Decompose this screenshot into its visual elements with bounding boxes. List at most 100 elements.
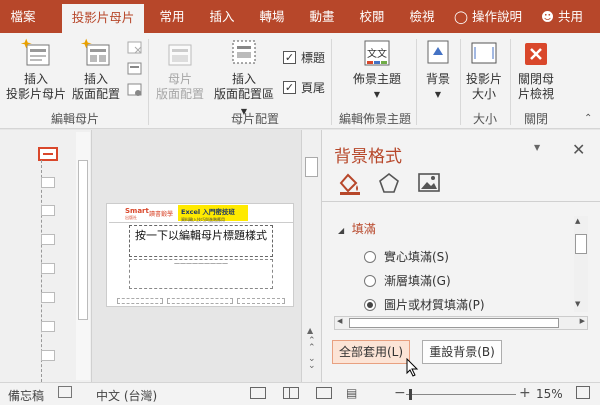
ribbon-panel: 插入 投影片母片 插入 版面配置 編輯母片 母片 版面配置 插入 版面配置區 ▼… xyxy=(0,33,600,129)
effects-pentagon-icon[interactable] xyxy=(378,172,400,194)
slide-editor: Smart 出版社 讀書鍛學 Excel 入門密技班 資料輸入技巧與進階應用 按… xyxy=(93,130,321,382)
slide-master-sparkle-icon xyxy=(21,38,50,66)
slide-sorter-icon[interactable] xyxy=(283,387,299,399)
placeholder-icon xyxy=(232,40,256,64)
zoom-slider-thumb[interactable] xyxy=(409,389,412,400)
body-placeholder[interactable]: ————————— xyxy=(129,259,273,289)
master-layout-button[interactable]: 母片 版面配置 xyxy=(152,37,208,102)
master-thumbnail-selected[interactable] xyxy=(38,147,58,161)
fill-section: ◢ 填滿 實心填滿(S) 漸層填滿(G) 圖片或材質填滿(P) xyxy=(330,206,590,316)
zoom-level[interactable]: 15% xyxy=(536,387,563,401)
reading-view-icon[interactable] xyxy=(316,387,332,399)
tab-view[interactable]: 檢視 xyxy=(400,0,444,33)
scroll-up-icon[interactable]: ▲ xyxy=(307,326,313,335)
tab-review[interactable]: 校閱 xyxy=(350,0,394,33)
format-background-pane: 背景格式 ▼ ✕ ◢ 填滿 實心填滿(S) 漸層填滿(G) 圖片或材質填滿(P)… xyxy=(321,130,600,382)
tab-home[interactable]: 常用 xyxy=(150,0,194,33)
close-master-view-button[interactable]: 關閉母 片檢視 xyxy=(514,37,558,102)
group-divider xyxy=(460,39,461,125)
tab-insert[interactable]: 插入 xyxy=(200,0,244,33)
title-banner: Excel 入門密技班 資料輸入技巧與進階應用 xyxy=(178,205,248,222)
radio-icon xyxy=(364,275,376,287)
gradient-fill-option[interactable]: 漸層填滿(G) xyxy=(364,272,451,289)
layout-thumbnail[interactable] xyxy=(41,234,55,245)
fit-to-window-icon[interactable] xyxy=(576,386,590,399)
tab-slide-master[interactable]: 投影片母片 xyxy=(62,4,144,33)
scrollbar-thumb[interactable] xyxy=(78,160,88,320)
footer-placeholder[interactable] xyxy=(167,298,233,304)
insert-slide-master-button[interactable]: 插入 投影片母片 xyxy=(4,37,68,102)
radio-icon xyxy=(364,251,376,263)
scroll-up-icon[interactable]: ▲ xyxy=(575,217,580,225)
collapse-ribbon-icon[interactable]: ⌃ xyxy=(584,113,592,124)
layout-thumbnail[interactable] xyxy=(41,321,55,332)
next-slide-icon[interactable]: ⌄ ⌄ xyxy=(308,355,316,371)
status-bar: 備忘稿 中文 (台灣) ▤ − + 15% xyxy=(0,382,600,405)
zoom-slider[interactable] xyxy=(406,389,516,400)
tab-animations[interactable]: 動畫 xyxy=(300,0,344,33)
scroll-down-icon[interactable]: ▼ xyxy=(575,300,580,308)
pane-horizontal-scrollbar[interactable]: ◀ ▶ xyxy=(334,316,588,330)
zoom-in-icon[interactable]: + xyxy=(519,385,531,401)
title-placeholder[interactable]: 按一下以編輯母片標題樣式 xyxy=(129,225,273,257)
tell-me-box[interactable]: ◯ 操作說明 xyxy=(452,0,524,33)
pane-vertical-scrollbar[interactable]: ▲ ▼ xyxy=(574,216,588,312)
notes-toggle[interactable]: 備忘稿 xyxy=(8,387,44,404)
slideshow-icon[interactable]: ▤ xyxy=(346,386,357,400)
footer-checkbox[interactable]: ✓ 頁尾 xyxy=(283,79,325,96)
scrollbar-thumb[interactable] xyxy=(575,234,587,254)
thumbnail-scrollbar[interactable] xyxy=(76,132,90,380)
layout-thumbnail[interactable] xyxy=(41,177,55,188)
slide-size-button[interactable]: 投影片 大小 xyxy=(463,37,505,102)
group-divider xyxy=(331,39,332,125)
delete-slide-icon[interactable] xyxy=(127,41,143,55)
background-button[interactable]: 背景 ▼ xyxy=(420,37,456,102)
normal-view-icon[interactable] xyxy=(250,387,266,399)
language-indicator[interactable]: 中文 (台灣) xyxy=(96,387,157,404)
tab-transitions[interactable]: 轉場 xyxy=(250,0,294,33)
close-icon xyxy=(525,43,547,65)
insert-placeholder-button[interactable]: 插入 版面配置區 ▼ xyxy=(210,37,278,119)
preserve-master-icon[interactable] xyxy=(127,83,143,97)
scrollbar-thumb[interactable] xyxy=(349,318,559,328)
apply-to-all-button[interactable]: 全部套用(L) xyxy=(332,340,410,364)
insert-layout-button[interactable]: 插入 版面配置 xyxy=(70,37,122,102)
group-label-edit-master: 編輯母片 xyxy=(50,112,99,126)
picture-fill-option[interactable]: 圖片或材質填滿(P) xyxy=(364,296,485,313)
scrollbar-thumb[interactable] xyxy=(305,157,318,177)
fill-section-header[interactable]: ◢ 填滿 xyxy=(338,220,376,237)
workspace: Smart 出版社 讀書鍛學 Excel 入門密技班 資料輸入技巧與進階應用 按… xyxy=(0,130,600,382)
picture-icon[interactable] xyxy=(418,172,440,194)
group-divider xyxy=(416,39,417,125)
scroll-left-icon[interactable]: ◀ xyxy=(337,317,342,325)
editor-scrollbar[interactable]: ▲ ⌃ ⌃ ⌄ ⌄ xyxy=(301,130,321,382)
previous-slide-icon[interactable]: ⌃ ⌃ xyxy=(308,337,316,353)
layout-thumbnail[interactable] xyxy=(41,292,55,303)
layout-thumbnail[interactable] xyxy=(41,350,55,361)
background-icon xyxy=(427,40,449,64)
title-checkbox[interactable]: ✓ 標題 xyxy=(283,49,325,66)
reset-background-button[interactable]: 重設背景(B) xyxy=(422,340,502,364)
scroll-right-icon[interactable]: ▶ xyxy=(580,317,585,325)
rename-layout-icon[interactable] xyxy=(127,62,143,76)
fill-bucket-icon[interactable] xyxy=(338,171,362,195)
slide-number-placeholder[interactable] xyxy=(237,298,285,304)
pane-title: 背景格式 xyxy=(334,147,402,167)
zoom-out-icon[interactable]: − xyxy=(394,385,406,401)
pane-options-icon[interactable]: ▼ xyxy=(534,143,540,152)
close-pane-icon[interactable]: ✕ xyxy=(572,140,585,159)
dropdown-arrow-icon: ▼ xyxy=(434,90,442,99)
logo-smart: Smart xyxy=(125,207,149,215)
radio-selected-icon xyxy=(364,299,376,311)
share-button[interactable]: ☻ 共用 xyxy=(530,0,594,33)
slide-canvas[interactable]: Smart 出版社 讀書鍛學 Excel 入門密技班 資料輸入技巧與進階應用 按… xyxy=(106,203,294,307)
tab-file[interactable]: 檔案 xyxy=(0,0,46,33)
solid-fill-option[interactable]: 實心填滿(S) xyxy=(364,248,449,265)
layout-thumbnail[interactable] xyxy=(41,205,55,216)
accessibility-check-icon[interactable] xyxy=(58,386,72,398)
mouse-cursor-icon xyxy=(406,358,419,377)
master-layout-icon xyxy=(168,44,192,66)
themes-button[interactable]: 文文 佈景主題 ▼ xyxy=(350,37,404,102)
date-placeholder[interactable] xyxy=(117,298,163,304)
layout-thumbnail[interactable] xyxy=(41,263,55,274)
